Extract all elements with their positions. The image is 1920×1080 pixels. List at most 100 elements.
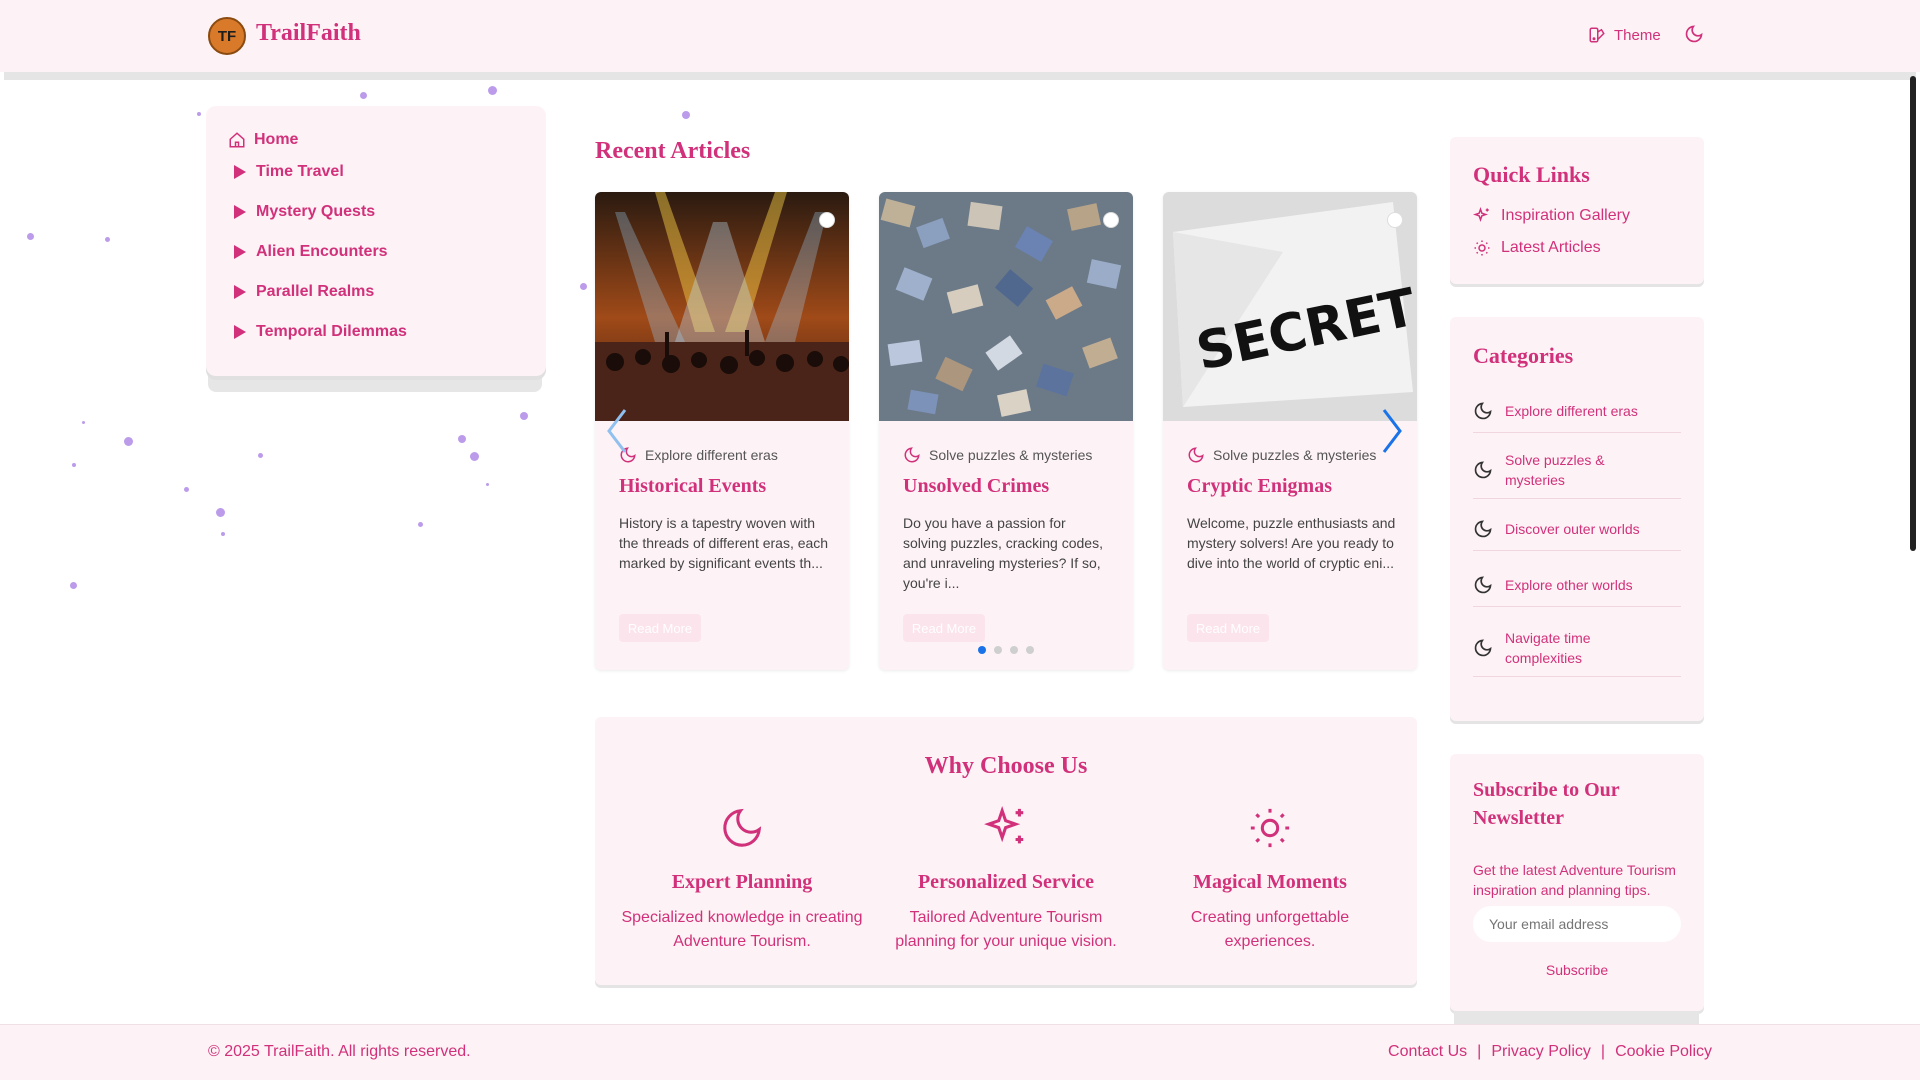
read-more-button[interactable]: Read More [619,614,701,642]
brand-name[interactable]: TrailFaith [256,20,361,47]
article-card[interactable]: Solve puzzles & mysteries Unsolved Crime… [879,192,1133,670]
logo[interactable]: TF [208,17,246,55]
moon-icon [1188,447,1204,463]
chevron-left-icon [607,409,627,453]
quick-link-label: Inspiration Gallery [1501,207,1630,224]
site-footer: © 2025 TrailFaith. All rights reserved. … [0,1024,1920,1080]
article-title[interactable]: Historical Events [619,475,766,498]
sidebar-shadow [208,376,542,392]
triangle-icon [234,165,246,179]
particle [221,532,225,536]
theme-button[interactable]: Theme [1588,26,1661,44]
article-title[interactable]: Unsolved Crimes [903,475,1049,498]
feature-magical-moments: Magical Moments Creating unforgettable e… [1145,805,1395,954]
category-label: Explore different eras [1505,402,1638,419]
newsletter-title: Subscribe to Our Newsletter [1473,779,1620,829]
moon-icon [1474,460,1492,478]
footer-link-cookie[interactable]: Cookie Policy [1615,1043,1712,1061]
quick-links-panel: Quick Links Inspiration Gallery Latest A… [1450,137,1704,284]
article-category: Solve puzzles & mysteries [903,446,1092,464]
sidebar-item-label: Time Travel [256,163,344,180]
category-label: Navigate time complexities [1505,629,1591,666]
site-header: TF TrailFaith Theme [0,0,1920,72]
particle [488,86,497,95]
article-excerpt: Do you have a passion for solving puzzle… [903,515,1103,591]
sidebar-item-temporal-dilemmas[interactable]: Temporal Dilemmas [234,323,407,341]
moon-icon [904,447,920,463]
card-select-radio[interactable] [1387,212,1403,228]
article-title[interactable]: Cryptic Enigmas [1187,475,1332,498]
sidebar-item-label: Home [254,131,299,148]
newsletter-panel: Subscribe to Our Newsletter Get the late… [1450,754,1704,1011]
particle [197,112,201,116]
moon-icon [1474,638,1492,656]
newsletter-description: Get the latest Adventure Tourism inspira… [1473,862,1676,898]
sidebar-item-alien-encounters[interactable]: Alien Encounters [234,243,388,261]
scrollbar[interactable] [1910,76,1916,551]
card-select-radio[interactable] [819,212,835,228]
dark-mode-toggle[interactable] [1684,24,1704,49]
email-input[interactable] [1473,906,1681,942]
category-label: Discover outer worlds [1505,520,1640,537]
palette-icon [1589,27,1605,43]
particle [70,582,77,589]
moon-icon [1474,519,1492,537]
header-divider [4,72,1916,80]
moon-icon [1474,575,1492,593]
pagination-dot[interactable] [1026,646,1034,654]
sidebar-item-mystery-quests[interactable]: Mystery Quests [234,203,375,221]
footer-separator: | [1600,1043,1606,1060]
pagination-dot-active[interactable] [978,646,986,654]
article-image-secret: SECRET [1163,192,1417,421]
particle [105,237,110,242]
sidebar-item-home[interactable]: Home [228,131,298,149]
moon-icon [723,808,762,847]
particle [72,463,76,467]
category-item[interactable]: Navigate time complexities [1473,619,1681,677]
subscribe-button[interactable]: Subscribe [1473,957,1681,983]
card-select-radio[interactable] [1103,212,1119,228]
article-image-concert [595,192,849,421]
article-category: Solve puzzles & mysteries [1187,446,1376,464]
particle [486,483,489,486]
article-card[interactable]: Explore different eras Historical Events… [595,192,849,670]
why-choose-us-section: Why Choose Us Expert Planning Specialize… [595,717,1417,985]
newsletter-shadow [1454,1011,1699,1025]
article-category-label: Solve puzzles & mysteries [929,447,1093,463]
moon-icon [1474,401,1492,419]
footer-separator: | [1477,1043,1482,1060]
particle [124,437,133,446]
article-excerpt: Welcome, puzzle enthusiasts and mystery … [1187,515,1396,571]
read-more-button[interactable]: Read More [903,614,985,642]
categories-title: Categories [1473,343,1574,368]
quick-link-latest-articles[interactable]: Latest Articles [1473,239,1601,257]
category-item[interactable]: Explore other worlds [1473,563,1681,607]
particle [580,283,587,290]
footer-link-privacy[interactable]: Privacy Policy [1491,1043,1591,1061]
category-item[interactable]: Discover outer worlds [1473,507,1681,551]
feature-title: Personalized Service [917,871,1095,893]
footer-link-contact[interactable]: Contact Us [1388,1043,1467,1061]
feature-description: Creating unforgettable experiences. [1190,909,1350,950]
particle [682,111,690,119]
triangle-icon [234,245,246,259]
theme-label: Theme [1614,26,1661,44]
sparkles-icon [1473,207,1489,223]
particle [258,453,263,458]
read-more-button[interactable]: Read More [1187,614,1269,642]
quick-link-inspiration-gallery[interactable]: Inspiration Gallery [1473,207,1630,225]
article-category: Explore different eras [619,446,778,464]
carousel-next-button[interactable] [1380,408,1404,459]
feature-expert-planning: Expert Planning Specialized knowledge in… [617,805,867,954]
particle [520,412,528,420]
sidebar-item-parallel-realms[interactable]: Parallel Realms [234,283,374,301]
category-item[interactable]: Solve puzzles & mysteries [1473,441,1681,499]
recent-articles-title: Recent Articles [595,138,751,164]
category-item[interactable]: Explore different eras [1473,389,1681,433]
sidebar-item-time-travel[interactable]: Time Travel [234,163,344,181]
carousel-prev-button[interactable] [605,408,629,459]
feature-title: Expert Planning [671,871,813,893]
article-card[interactable]: SECRET Solve puzzles & mysteries Cryptic… [1163,192,1417,670]
pagination-dot[interactable] [994,646,1002,654]
pagination-dot[interactable] [1010,646,1018,654]
